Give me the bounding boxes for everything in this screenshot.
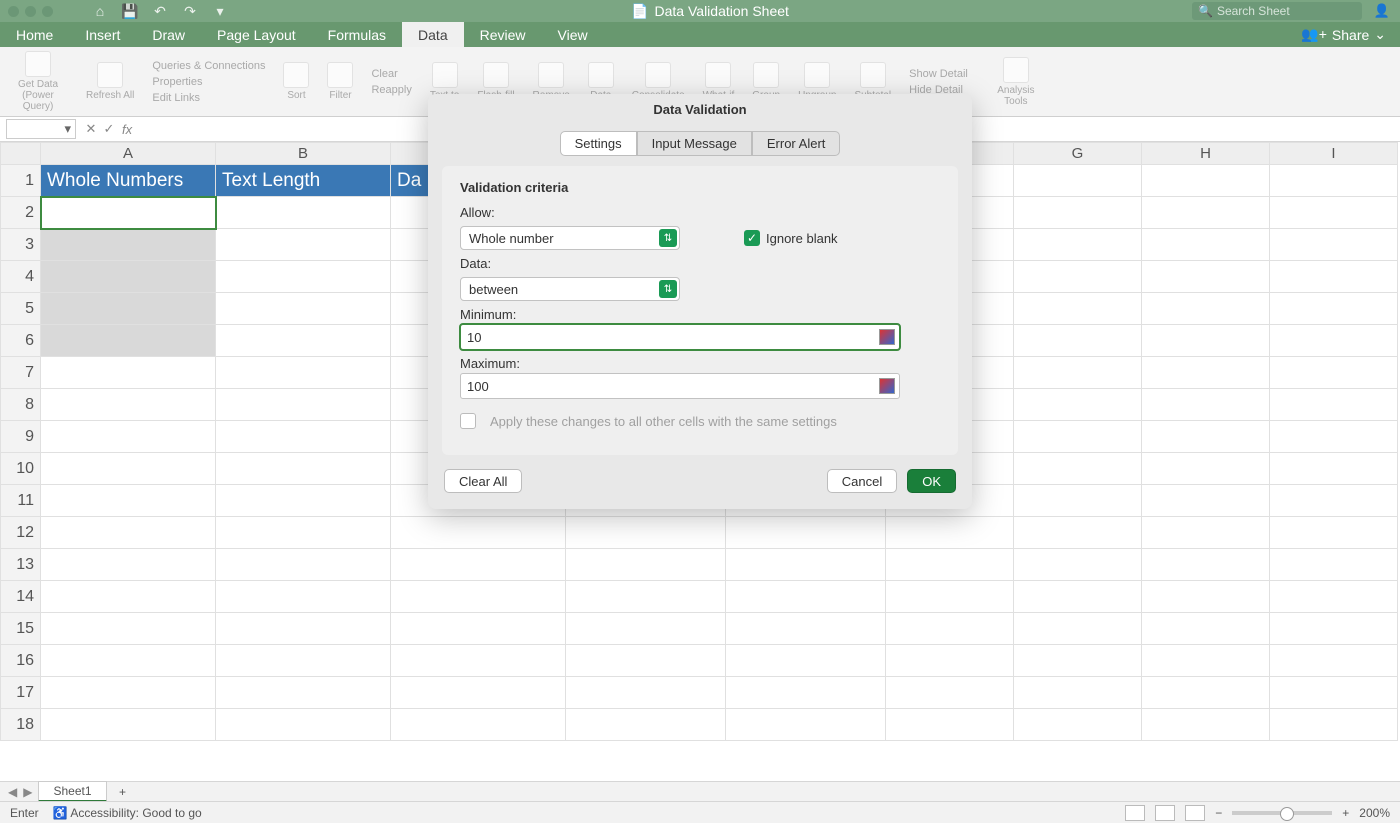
allow-value: Whole number [469,231,554,246]
allow-select[interactable]: Whole number ⇅ [460,226,680,250]
range-picker-icon[interactable] [879,329,895,345]
validation-criteria-label: Validation criteria [460,180,940,195]
add-sheet-button[interactable]: + [113,785,133,799]
data-validation-dialog: Data Validation SettingsInput MessageErr… [428,94,972,509]
dialog-tabs: SettingsInput MessageError Alert [428,125,972,166]
maximum-input[interactable]: 100 [460,373,900,399]
sheet-tab-bar: ◀ ▶ Sheet1 + [0,781,1400,801]
apply-all-checkbox: ✓ [460,413,476,429]
page-break-view-button[interactable] [1185,805,1205,821]
allow-label: Allow: [460,205,940,220]
minimum-input[interactable]: 10 [460,324,900,350]
sheet-nav-right-icon[interactable]: ▶ [23,785,32,799]
mode-indicator: Enter [10,806,39,820]
minimum-label: Minimum: [460,307,940,322]
zoom-out-button[interactable]: − [1215,806,1222,820]
data-value: between [469,282,518,297]
maximum-label: Maximum: [460,356,940,371]
cancel-button[interactable]: Cancel [827,469,897,493]
dialog-tab-input-message[interactable]: Input Message [637,131,752,156]
zoom-in-button[interactable]: + [1342,806,1349,820]
range-picker-icon[interactable] [879,378,895,394]
clear-all-button[interactable]: Clear All [444,469,522,493]
sheet-tab[interactable]: Sheet1 [38,781,106,802]
data-label: Data: [460,256,940,271]
maximum-value: 100 [467,379,489,394]
dialog-tab-error-alert[interactable]: Error Alert [752,131,841,156]
normal-view-button[interactable] [1125,805,1145,821]
data-select[interactable]: between ⇅ [460,277,680,301]
minimum-value: 10 [467,330,481,345]
dialog-tab-settings[interactable]: Settings [560,131,637,156]
zoom-slider[interactable] [1232,811,1332,815]
zoom-level[interactable]: 200% [1359,806,1390,820]
chevron-up-down-icon: ⇅ [659,280,677,298]
ignore-blank-checkbox[interactable]: ✓ [744,230,760,246]
apply-all-label: Apply these changes to all other cells w… [490,414,837,429]
page-layout-view-button[interactable] [1155,805,1175,821]
sheet-nav-left-icon[interactable]: ◀ [8,785,17,799]
dialog-title: Data Validation [428,94,972,125]
ok-button[interactable]: OK [907,469,956,493]
status-bar: Enter ♿ Accessibility: Good to go − + 20… [0,801,1400,823]
accessibility-status[interactable]: ♿ Accessibility: Good to go [53,806,202,820]
chevron-up-down-icon: ⇅ [659,229,677,247]
ignore-blank-label: Ignore blank [766,231,838,246]
